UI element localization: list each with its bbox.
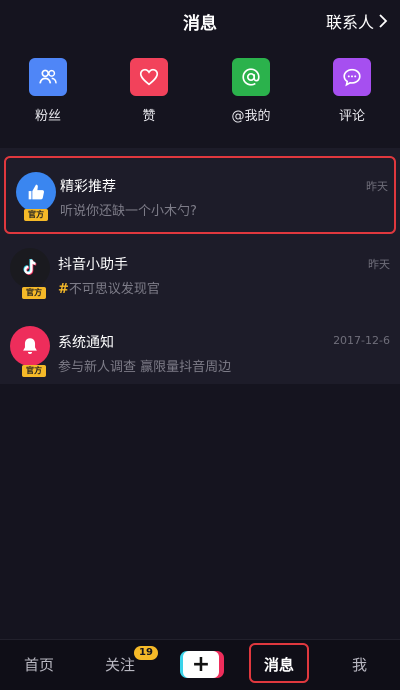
message-preview-text: 不可思议发现官 bbox=[68, 282, 160, 297]
message-sender: 抖音小助手 bbox=[58, 257, 128, 273]
contacts-label: 联系人 bbox=[325, 13, 374, 32]
at-icon bbox=[232, 58, 270, 96]
create-post-button[interactable]: + bbox=[180, 651, 224, 678]
comments-button[interactable]: 评论 bbox=[312, 58, 392, 124]
hash-icon: # bbox=[58, 282, 69, 297]
message-row-system[interactable]: 官方 系统通知 参与新人调查 赢限量抖音周边 2017-12-6 bbox=[0, 312, 400, 390]
tab-follow[interactable]: 关注 bbox=[105, 654, 135, 675]
tab-me[interactable]: 我 bbox=[352, 654, 367, 675]
chevron-right-icon bbox=[379, 14, 388, 28]
fans-icon bbox=[29, 58, 67, 96]
fans-button[interactable]: 粉丝 bbox=[8, 58, 88, 124]
tab-messages[interactable]: 消息 bbox=[264, 654, 294, 675]
message-time: 昨天 bbox=[366, 180, 388, 193]
message-time: 2017-12-6 bbox=[333, 334, 390, 347]
bottom-tab-bar: 首页 关注 19 + 消息 我 bbox=[0, 639, 400, 690]
message-sender: 精彩推荐 bbox=[60, 179, 116, 195]
mentions-label: @我的 bbox=[231, 109, 271, 124]
message-preview: 参与新人调查 赢限量抖音周边 bbox=[58, 360, 232, 375]
plus-icon: + bbox=[183, 651, 219, 678]
comment-icon bbox=[333, 58, 371, 96]
official-badge: 官方 bbox=[22, 365, 46, 377]
comments-label: 评论 bbox=[338, 109, 365, 124]
message-list: 官方 精彩推荐 听说你还缺一个小木勺? 昨天 官方 抖音小助手 #不可思议发现官… bbox=[0, 148, 400, 384]
message-preview: 听说你还缺一个小木勺? bbox=[60, 204, 197, 219]
official-badge: 官方 bbox=[24, 209, 48, 221]
message-time: 昨天 bbox=[368, 258, 390, 271]
plus-label: + bbox=[191, 652, 211, 677]
official-badge: 官方 bbox=[22, 287, 46, 299]
follow-count-badge: 19 bbox=[134, 646, 158, 660]
message-row-assistant[interactable]: 官方 抖音小助手 #不可思议发现官 昨天 bbox=[0, 234, 400, 312]
message-row-featured[interactable]: 官方 精彩推荐 听说你还缺一个小木勺? 昨天 bbox=[4, 156, 396, 234]
quick-actions: 粉丝 赞 @我的 评论 bbox=[0, 58, 400, 138]
bell-icon bbox=[10, 326, 50, 366]
likes-button[interactable]: 赞 bbox=[109, 58, 189, 124]
tiktok-icon bbox=[10, 248, 50, 288]
message-sender: 系统通知 bbox=[58, 335, 114, 351]
top-header: 消息 联系人 bbox=[0, 0, 400, 40]
tab-home[interactable]: 首页 bbox=[24, 654, 54, 675]
mentions-button[interactable]: @我的 bbox=[211, 58, 291, 124]
thumbs-up-icon bbox=[16, 172, 56, 212]
likes-label: 赞 bbox=[142, 109, 156, 124]
contacts-link[interactable]: 联系人 bbox=[326, 9, 388, 33]
fans-label: 粉丝 bbox=[34, 109, 61, 124]
heart-icon bbox=[130, 58, 168, 96]
message-preview: #不可思议发现官 bbox=[58, 278, 160, 297]
